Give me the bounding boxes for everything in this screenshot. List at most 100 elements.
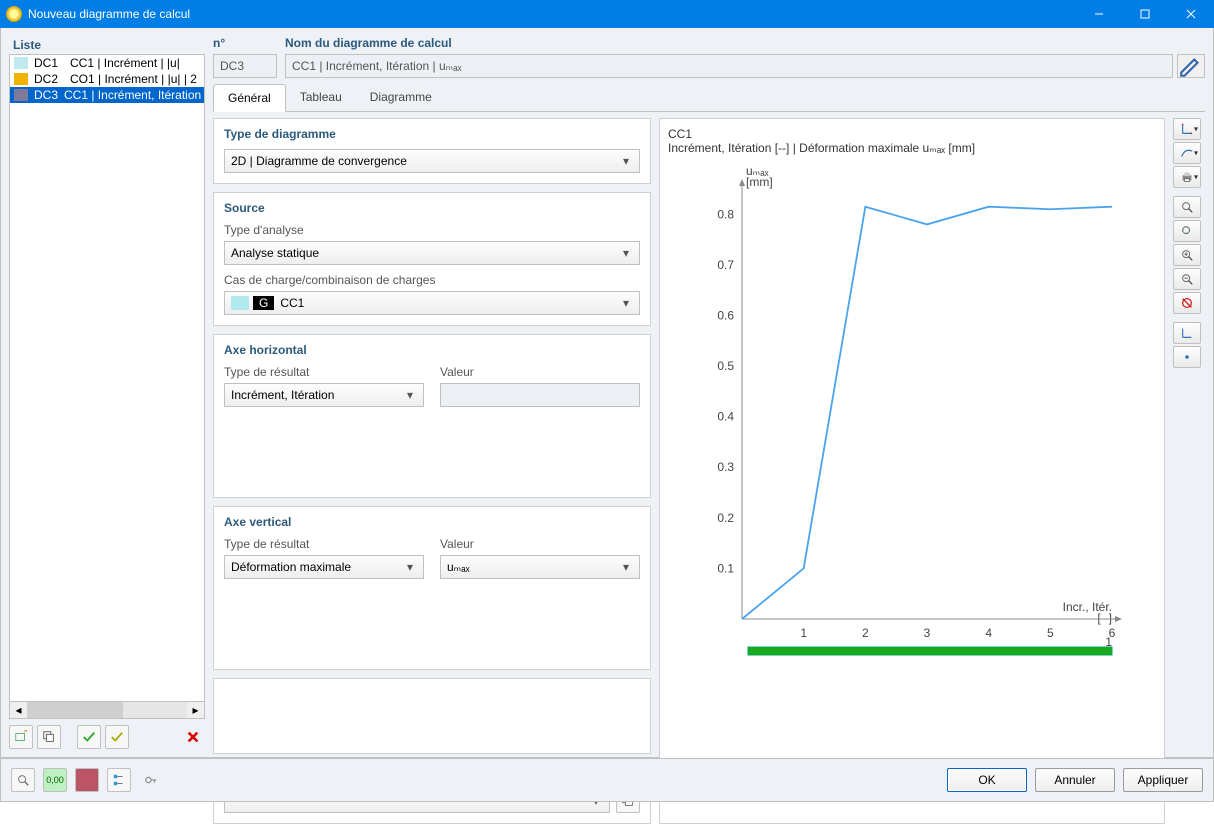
name-label: Nom du diagramme de calcul	[285, 36, 1205, 50]
tool-print-button[interactable]: ▾	[1173, 166, 1201, 188]
minimize-button[interactable]	[1076, 0, 1122, 28]
form-column: Type de diagramme 2D | Diagramme de conv…	[213, 118, 651, 824]
field-label: Valeur	[440, 365, 640, 379]
svg-text:1: 1	[1105, 635, 1112, 649]
list-scrollbar[interactable]: ◂ ▸	[9, 702, 205, 719]
units-button[interactable]: 0,00	[43, 768, 67, 792]
list-item[interactable]: DC2 CO1 | Incrément | |u| | 2	[10, 71, 204, 87]
field-label: Type de résultat	[224, 365, 424, 379]
field-label: Valeur	[440, 537, 640, 551]
check-yellow-button[interactable]	[105, 725, 129, 749]
tree-button[interactable]	[107, 768, 131, 792]
analysis-type-combo[interactable]: Analyse statique ▾	[224, 241, 640, 265]
svg-text:4: 4	[985, 626, 992, 640]
field-label: Type d'analyse	[224, 223, 640, 237]
diagram-list[interactable]: DC1 CC1 | Incrément | |u| DC2 CO1 | Incr…	[9, 54, 205, 702]
tool-zoom-area-button[interactable]	[1173, 220, 1201, 242]
chevron-down-icon: ▾	[619, 246, 633, 260]
list-item[interactable]: DC1 CC1 | Incrément | |u|	[10, 55, 204, 71]
app-icon	[6, 6, 22, 22]
tool-reset-button[interactable]	[1173, 292, 1201, 314]
close-button[interactable]	[1168, 0, 1214, 28]
chart-subtitle: Incrément, Itération [--] | Déformation …	[668, 141, 1156, 155]
maximize-button[interactable]	[1122, 0, 1168, 28]
diagram-type-combo[interactable]: 2D | Diagramme de convergence ▾	[224, 149, 640, 173]
dialog-footer: 0,00 OK Annuler Appliquer	[0, 758, 1214, 802]
panel-horizontal-axis: Axe horizontal Type de résultat Incrémen…	[213, 334, 651, 498]
chevron-down-icon: ▾	[619, 560, 633, 574]
svg-text:*: *	[24, 730, 28, 738]
cancel-button[interactable]: Annuler	[1035, 768, 1115, 792]
name-field[interactable]: CC1 | Incrément, Itération | uₘₐₓ	[285, 54, 1173, 78]
chevron-down-icon: ▾	[403, 388, 417, 402]
loadcase-color-swatch	[231, 296, 249, 310]
num-field[interactable]: DC3	[213, 54, 277, 78]
v-value-combo[interactable]: uₘₐₓ ▾	[440, 555, 640, 579]
list-toolbar: *	[9, 725, 205, 749]
item-code: DC2	[34, 72, 64, 86]
chart-title: CC1	[668, 127, 1156, 141]
loadcase-combo[interactable]: G CC1 ▾	[224, 291, 640, 315]
panel-source: Source Type d'analyse Analyse statique ▾…	[213, 192, 651, 326]
item-code: DC1	[34, 56, 64, 70]
color-swatch	[14, 89, 28, 101]
tool-zoom-in-button[interactable]	[1173, 244, 1201, 266]
field-label: Cas de charge/combinaison de charges	[224, 273, 640, 287]
ok-button[interactable]: OK	[947, 768, 1027, 792]
tool-axes2-button[interactable]	[1173, 322, 1201, 344]
svg-text:0.3: 0.3	[717, 460, 734, 474]
svg-text:0.4: 0.4	[717, 410, 734, 424]
tab-strip: Général Tableau Diagramme	[213, 84, 1205, 112]
panel-vertical-axis: Axe vertical Type de résultat Déformatio…	[213, 506, 651, 670]
tab-diagram[interactable]: Diagramme	[356, 84, 446, 111]
color-button[interactable]	[75, 768, 99, 792]
tab-table[interactable]: Tableau	[286, 84, 356, 111]
v-result-combo[interactable]: Déformation maximale ▾	[224, 555, 424, 579]
copy-item-button[interactable]	[37, 725, 61, 749]
svg-text:[--]: [--]	[1097, 611, 1112, 625]
h-value-field	[440, 383, 640, 407]
section-title: Source	[224, 201, 640, 215]
scroll-right-icon[interactable]: ▸	[187, 702, 204, 718]
section-title: Type de diagramme	[224, 127, 640, 141]
h-result-combo[interactable]: Incrément, Itération ▾	[224, 383, 424, 407]
svg-text:0.5: 0.5	[717, 359, 734, 373]
tab-general[interactable]: Général	[213, 84, 286, 112]
scroll-left-icon[interactable]: ◂	[10, 702, 27, 718]
dialog-body: Liste DC1 CC1 | Incrément | |u| DC2 CO1 …	[0, 28, 1214, 758]
tool-curve-button[interactable]: ▾	[1173, 142, 1201, 164]
help-button[interactable]	[11, 768, 35, 792]
chart-toolbar: ▾ ▾ ▾	[1173, 118, 1205, 824]
svg-text:3: 3	[924, 626, 931, 640]
svg-text:[mm]: [mm]	[746, 175, 773, 189]
item-label: CC1 | Incrément | |u|	[70, 56, 180, 70]
list-header: Liste	[9, 36, 205, 54]
delete-button[interactable]	[181, 725, 205, 749]
loadcase-tag: G	[253, 296, 274, 310]
chart-svg: 0.10.20.30.40.50.60.70.8123456uₘₐₓ[mm]In…	[668, 159, 1156, 679]
edit-name-button[interactable]	[1177, 54, 1205, 78]
title-bar: Nouveau diagramme de calcul	[0, 0, 1214, 28]
chart-area[interactable]: 0.10.20.30.40.50.60.70.8123456uₘₐₓ[mm]In…	[668, 159, 1156, 679]
tool-zoom-fit-button[interactable]	[1173, 196, 1201, 218]
field-label: Type de résultat	[224, 537, 424, 551]
section-title: Axe vertical	[224, 515, 640, 529]
tool-axes-button[interactable]: ▾	[1173, 118, 1201, 140]
panel-empty	[213, 678, 651, 754]
tab-page: Type de diagramme 2D | Diagramme de conv…	[213, 118, 1205, 824]
apply-button[interactable]: Appliquer	[1123, 768, 1203, 792]
svg-text:5: 5	[1047, 626, 1054, 640]
list-item[interactable]: DC3 CC1 | Incrément, Itération | u	[10, 87, 204, 103]
item-label: CO1 | Incrément | |u| | 2	[70, 72, 197, 86]
tool-point-button[interactable]	[1173, 346, 1201, 368]
window-title: Nouveau diagramme de calcul	[28, 7, 1076, 21]
chevron-down-icon: ▾	[619, 154, 633, 168]
list-pane: Liste DC1 CC1 | Incrément | |u| DC2 CO1 …	[9, 36, 205, 749]
check-green-button[interactable]	[77, 725, 101, 749]
svg-text:0.6: 0.6	[717, 308, 734, 322]
chevron-down-icon: ▾	[403, 560, 417, 574]
new-item-button[interactable]: *	[9, 725, 33, 749]
tool-zoom-out-button[interactable]	[1173, 268, 1201, 290]
header-fields: n° DC3 Nom du diagramme de calcul CC1 | …	[213, 36, 1205, 78]
key-button[interactable]	[139, 768, 163, 792]
